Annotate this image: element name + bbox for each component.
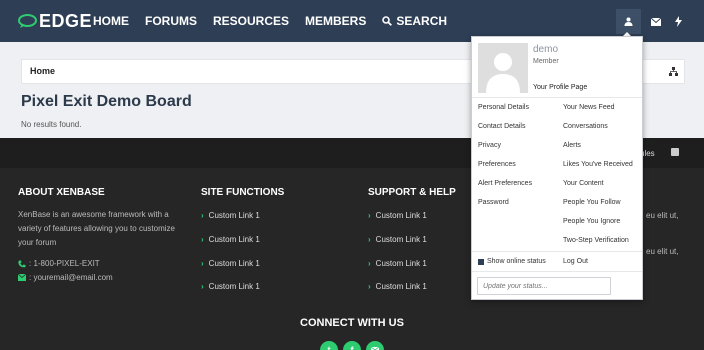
- menu-preferences[interactable]: Preferences: [478, 161, 516, 168]
- support-title: SUPPORT & HELP: [368, 187, 456, 198]
- footer-link-label: Custom Link 1: [208, 282, 260, 291]
- show-online-status-toggle[interactable]: Show online status: [478, 258, 546, 265]
- phone-row: : 1-800-PIXEL-EXIT: [18, 259, 100, 268]
- footer-link[interactable]: › Custom Link 1: [201, 259, 260, 268]
- footer-link-label: Custom Link 1: [375, 259, 427, 268]
- nav-forums[interactable]: FORUMS: [145, 14, 197, 28]
- main-nav: HOME FORUMS RESOURCES MEMBERS SEARCH: [93, 14, 463, 28]
- bolt-icon: [675, 16, 682, 27]
- chevron-right-icon: ›: [201, 211, 204, 220]
- sitemap-icon[interactable]: [669, 67, 678, 76]
- menu-people-you-ignore[interactable]: People You Ignore: [563, 218, 620, 225]
- footer-link-label: Custom Link 1: [208, 235, 260, 244]
- account-role: Member: [533, 58, 559, 65]
- account-username[interactable]: demo: [533, 44, 558, 55]
- avatar[interactable]: [478, 43, 528, 93]
- footer-link-label: Custom Link 1: [208, 259, 260, 268]
- site-functions-title: SITE FUNCTIONS: [201, 187, 285, 198]
- nav-members[interactable]: MEMBERS: [305, 14, 366, 28]
- no-results-message: No results found.: [21, 120, 82, 129]
- chevron-right-icon: ›: [368, 259, 371, 268]
- show-online-label: Show online status: [487, 258, 546, 265]
- footer-link-label: Custom Link 1: [375, 211, 427, 220]
- menu-personal-details[interactable]: Personal Details: [478, 104, 529, 111]
- phone-icon: [18, 260, 26, 267]
- chevron-right-icon: ›: [368, 211, 371, 220]
- menu-likes-received[interactable]: Likes You've Received: [563, 161, 633, 168]
- divider: [472, 251, 642, 252]
- footer-text-fragment: eu elit ut,: [646, 247, 679, 256]
- status-update-input[interactable]: [477, 277, 611, 295]
- alerts-button[interactable]: [666, 9, 691, 34]
- logout-link[interactable]: Log Out: [563, 258, 588, 265]
- menu-alerts[interactable]: Alerts: [563, 142, 581, 149]
- logo-text: EDGE: [39, 11, 93, 31]
- connect-title: CONNECT WITH US: [300, 317, 404, 329]
- search-icon: [382, 16, 393, 26]
- email-row: : youremail@email.com: [18, 273, 113, 282]
- breadcrumb-home[interactable]: Home: [30, 66, 55, 76]
- footer-link[interactable]: › Custom Link 1: [368, 259, 427, 268]
- footer-link[interactable]: › Custom Link 1: [201, 235, 260, 244]
- divider: [472, 97, 642, 98]
- account-dropdown: demo Member Your Profile Page Personal D…: [471, 36, 643, 300]
- facebook-icon[interactable]: f: [343, 341, 361, 350]
- menu-contact-details[interactable]: Contact Details: [478, 123, 525, 130]
- chevron-right-icon: ›: [201, 282, 204, 291]
- menu-news-feed[interactable]: Your News Feed: [563, 104, 615, 111]
- email-text[interactable]: : youremail@email.com: [29, 273, 113, 282]
- chevron-right-icon: ›: [201, 235, 204, 244]
- about-title: ABOUT XENBASE: [18, 187, 105, 198]
- chevron-right-icon: ›: [368, 235, 371, 244]
- menu-password[interactable]: Password: [478, 199, 509, 206]
- footer-link[interactable]: › Custom Link 1: [201, 211, 260, 220]
- user-icon: [624, 17, 633, 26]
- footer-link[interactable]: › Custom Link 1: [201, 282, 260, 291]
- envelope-icon: [650, 17, 661, 26]
- inbox-button[interactable]: [643, 9, 668, 34]
- page-title: Pixel Exit Demo Board: [21, 93, 192, 110]
- footer-link[interactable]: › Custom Link 1: [368, 282, 427, 291]
- footer-link[interactable]: › Custom Link 1: [368, 211, 427, 220]
- menu-alert-preferences[interactable]: Alert Preferences: [478, 180, 532, 187]
- nav-search-label: SEARCH: [396, 14, 448, 28]
- footer-text-fragment: eu elit ut,: [646, 211, 679, 220]
- menu-two-step-verification[interactable]: Two-Step Verification: [563, 237, 629, 244]
- phone-text: : 1-800-PIXEL-EXIT: [29, 259, 100, 268]
- footer-link-label: Custom Link 1: [375, 235, 427, 244]
- chevron-right-icon: ›: [201, 259, 204, 268]
- divider: [472, 271, 642, 272]
- chat-bubble-icon: [18, 14, 37, 29]
- menu-privacy[interactable]: Privacy: [478, 142, 501, 149]
- site-logo[interactable]: EDGE: [18, 11, 92, 32]
- menu-people-you-follow[interactable]: People You Follow: [563, 199, 621, 206]
- about-text: XenBase is an awesome framework with a v…: [18, 210, 175, 247]
- profile-page-link[interactable]: Your Profile Page: [533, 84, 587, 91]
- email-icon[interactable]: [366, 341, 384, 350]
- account-button[interactable]: [616, 9, 641, 34]
- twitter-icon[interactable]: t: [320, 341, 338, 350]
- nav-search[interactable]: SEARCH: [382, 14, 447, 28]
- envelope-icon: [18, 274, 26, 281]
- chevron-right-icon: ›: [368, 282, 371, 291]
- footer-link[interactable]: › Custom Link 1: [368, 235, 427, 244]
- nav-home[interactable]: HOME: [93, 14, 129, 28]
- footer-link-label: Custom Link 1: [208, 211, 260, 220]
- menu-conversations[interactable]: Conversations: [563, 123, 608, 130]
- menu-your-content[interactable]: Your Content: [563, 180, 604, 187]
- checkbox-checked[interactable]: [478, 258, 484, 265]
- rss-icon[interactable]: [671, 148, 679, 156]
- nav-resources[interactable]: RESOURCES: [213, 14, 289, 28]
- footer-link-label: Custom Link 1: [375, 282, 427, 291]
